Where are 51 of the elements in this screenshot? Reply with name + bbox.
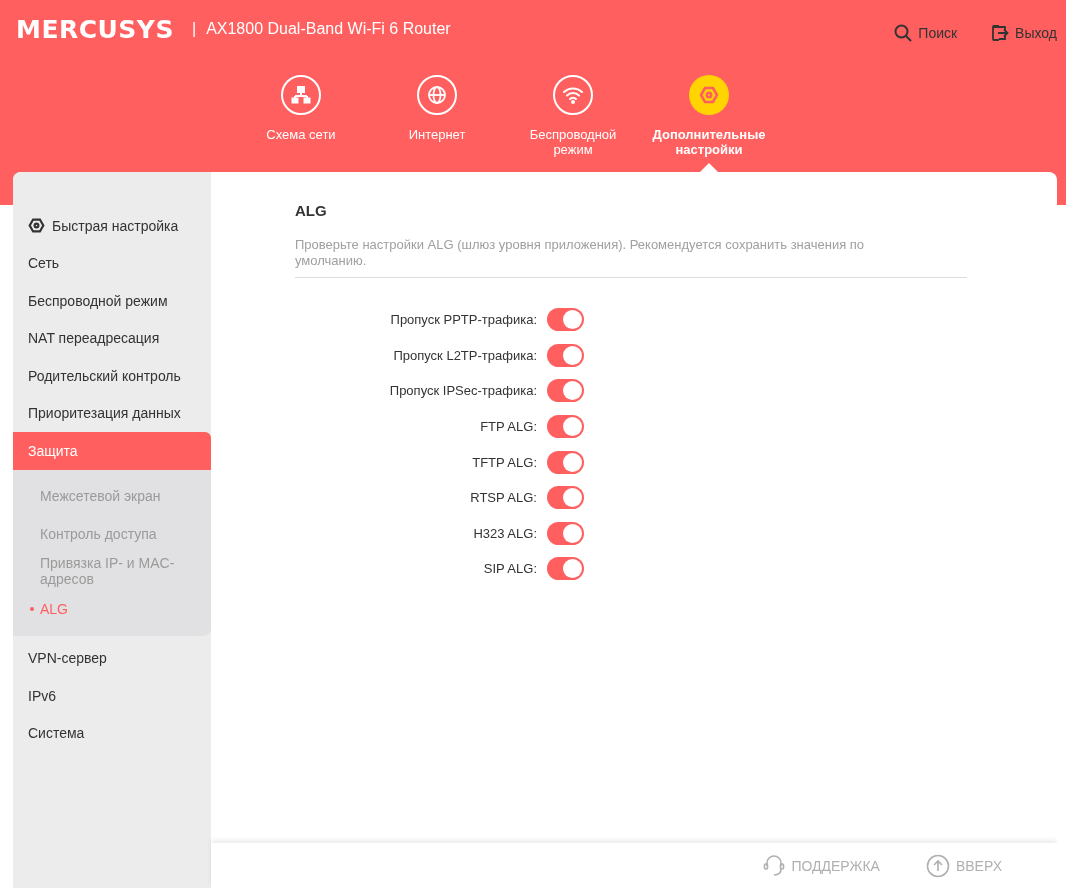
headset-icon xyxy=(763,853,786,878)
back-to-top-link[interactable]: ВВЕРХ xyxy=(925,853,1002,878)
network-icon xyxy=(291,85,311,105)
logout-link[interactable]: Выход xyxy=(991,24,1057,42)
sidebar-item[interactable]: Защита xyxy=(13,432,211,470)
wifi-icon xyxy=(562,86,584,104)
separator: | xyxy=(191,20,197,38)
section-title: ALG xyxy=(295,202,328,219)
setting-label: Пропуск IPSec-трафика: xyxy=(388,383,537,399)
toggle-switch[interactable] xyxy=(547,343,584,367)
toggle-switch[interactable] xyxy=(547,486,584,510)
arrow-up-icon xyxy=(925,853,950,878)
toggle-switch[interactable] xyxy=(547,557,584,581)
sidebar-item[interactable]: VPN-сервер xyxy=(13,639,211,677)
setting-label: FTP ALG: xyxy=(479,419,537,435)
toggle-switch[interactable] xyxy=(547,450,584,474)
search-link[interactable]: Поиск xyxy=(894,24,958,42)
nav-tab[interactable]: Беспроводной режим xyxy=(505,58,641,172)
setting-label: RTSP ALG: xyxy=(469,490,537,506)
submenu-item[interactable]: ALG xyxy=(13,590,211,628)
submenu-item[interactable]: Контроль доступа xyxy=(13,515,211,553)
nav-tab[interactable]: Интернет xyxy=(369,58,505,172)
logo: MERCUSYS xyxy=(16,14,174,44)
sidebar-item[interactable]: Приоритезация данных xyxy=(13,394,211,432)
sidebar-item[interactable]: Система xyxy=(13,714,211,752)
toggle-switch[interactable] xyxy=(547,379,584,403)
sidebar-item[interactable]: Сеть xyxy=(13,244,211,282)
router-model: AX1800 Dual-Band Wi-Fi 6 Router xyxy=(206,20,451,38)
sidebar-item[interactable]: NAT переадресация xyxy=(13,319,211,357)
setting-label: SIP ALG: xyxy=(482,561,537,577)
section-description: Проверьте настройки ALG (шлюз уровня приложения). Рекомендуется сохранить значения по умолчанию. xyxy=(295,237,967,278)
gear-icon xyxy=(28,217,45,235)
setting-label: H323 ALG: xyxy=(472,525,537,541)
logout-icon xyxy=(991,24,1010,42)
search-icon xyxy=(894,24,913,42)
sidebar-item[interactable]: IPv6 xyxy=(13,677,211,715)
sidebar-item[interactable]: Быстрая настройка xyxy=(13,207,211,245)
toggle-switch[interactable] xyxy=(547,415,584,439)
setting-label: Пропуск L2TP-трафика: xyxy=(392,347,537,363)
sidebar-item[interactable]: Беспроводной режим xyxy=(13,282,211,320)
gear-icon xyxy=(699,85,719,105)
globe-icon xyxy=(427,85,447,105)
setting-label: TFTP ALG: xyxy=(471,454,537,470)
setting-label: Пропуск PPTP-трафика: xyxy=(389,312,537,328)
toggle-switch[interactable] xyxy=(547,521,584,545)
sidebar-item[interactable]: Родительский контроль xyxy=(13,357,211,395)
submenu-item[interactable]: Привязка IP- и MAC-адресов xyxy=(13,552,211,590)
nav-tab[interactable]: Схема сети xyxy=(233,58,369,172)
submenu-item[interactable]: Межсетевой экран xyxy=(13,477,211,515)
toggle-switch[interactable] xyxy=(547,308,584,332)
support-link[interactable]: ПОДДЕРЖКА xyxy=(763,853,880,878)
